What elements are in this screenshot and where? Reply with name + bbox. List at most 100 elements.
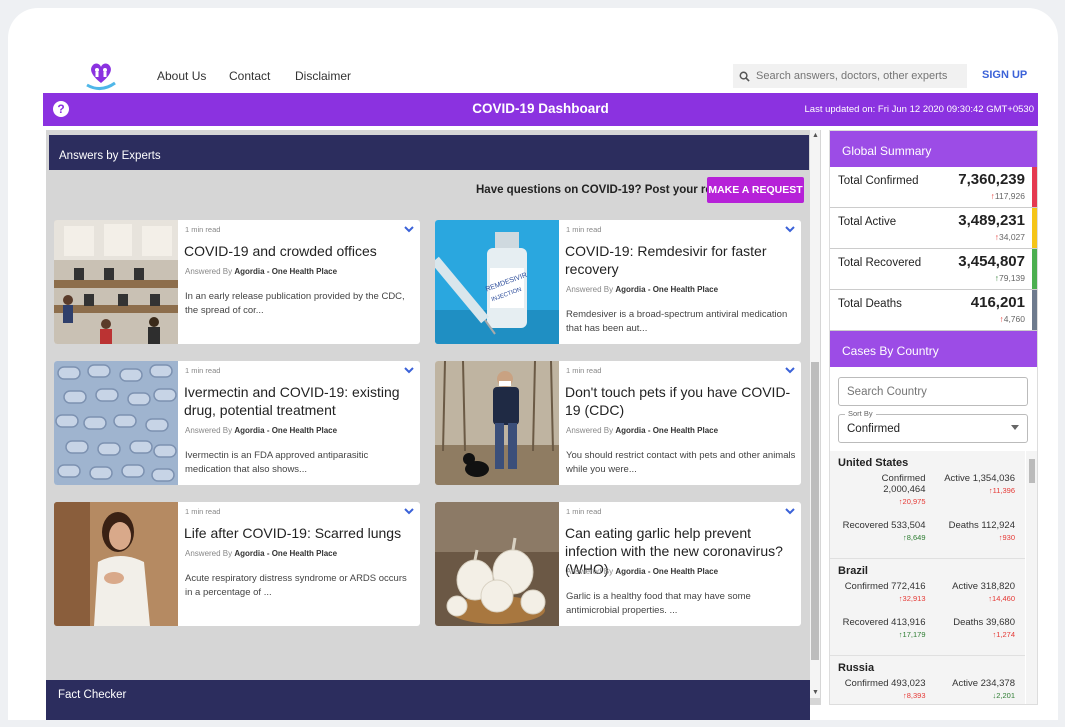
summary-label: Total Recovered <box>838 257 922 269</box>
country-name: Brazil <box>838 565 868 577</box>
status-bar <box>1032 249 1037 289</box>
country-confirmed: Confirmed 493,023 ↑8,393 <box>844 678 926 700</box>
dashboard-header: ? COVID-19 Dashboard Last updated on: Fr… <box>43 93 1038 126</box>
country-item-brazil[interactable]: Brazil Confirmed 772,416 ↑32,913 Active 3… <box>830 559 1025 656</box>
card-title[interactable]: COVID-19: Remdesivir for faster recovery <box>565 242 797 278</box>
read-time: 1 min read <box>566 366 602 375</box>
card-author: Answered By Agordia - One Health Place <box>566 567 719 576</box>
card-title[interactable]: Don't touch pets if you have COVID-19 (C… <box>565 383 797 419</box>
summary-value: 7,360,239 <box>958 171 1025 188</box>
country-name: United States <box>838 457 909 469</box>
summary-delta: ↑117,926 <box>990 191 1025 201</box>
nav-about-us[interactable]: About Us <box>157 69 206 83</box>
country-active: Active 234,378 ↓2,201 <box>952 678 1015 700</box>
make-request-button[interactable]: MAKE A REQUEST <box>707 177 804 203</box>
card-title[interactable]: Ivermectin and COVID-19: existing drug, … <box>184 383 416 419</box>
read-time: 1 min read <box>185 507 221 516</box>
country-recovered: Recovered 413,916 ↑17,179 <box>842 617 926 639</box>
card-author: Answered By Agordia - One Health Place <box>185 267 338 276</box>
card-excerpt: Acute respiratory distress syndrome or A… <box>185 573 407 598</box>
country-deaths: Deaths 39,680 ↑1,274 <box>953 617 1015 639</box>
card-excerpt: You should restrict contact with pets an… <box>566 450 796 475</box>
summary-value: 3,454,807 <box>958 253 1025 270</box>
garlic-image <box>435 502 559 626</box>
scroll-thumb[interactable] <box>811 362 819 660</box>
pill-blister-image <box>54 361 178 485</box>
signup-button[interactable]: SIGN UP <box>982 69 1027 81</box>
scroll-thumb[interactable] <box>1029 459 1035 483</box>
country-recovered: Recovered 533,504 ↑8,649 <box>842 520 926 542</box>
summary-delta: ↑34,027 <box>994 232 1025 242</box>
summary-label: Total Deaths <box>838 298 902 310</box>
country-search-input[interactable] <box>838 377 1028 406</box>
card-title[interactable]: COVID-19 and crowded offices <box>184 242 416 260</box>
answers-scrollbar[interactable]: ▲ ▼ <box>810 130 820 698</box>
summary-recovered: Total Recovered 3,454,807 ↑79,139 <box>830 249 1037 290</box>
read-time: 1 min read <box>566 225 602 234</box>
card-excerpt: Garlic is a healthy food that may have s… <box>566 591 751 616</box>
summary-deaths: Total Deaths 416,201 ↑4,760 <box>830 290 1037 331</box>
country-list-scrollbar[interactable] <box>1026 451 1037 704</box>
read-time: 1 min read <box>185 225 221 234</box>
summary-active: Total Active 3,489,231 ↑34,027 <box>830 208 1037 249</box>
chevron-down-icon[interactable] <box>403 505 415 517</box>
summary-value: 416,201 <box>970 294 1025 311</box>
cases-by-country-heading: Cases By Country <box>830 331 1037 367</box>
summary-panel: Global Summary Total Confirmed 7,360,239… <box>829 130 1038 705</box>
search-icon <box>739 71 750 82</box>
search-input[interactable] <box>756 70 956 82</box>
country-item-united-states[interactable]: United States Confirmed 2,000,464 ↑20,975… <box>830 451 1025 559</box>
sort-by-select[interactable]: Sort By Confirmed <box>838 409 1028 443</box>
status-bar <box>1032 290 1037 330</box>
card-excerpt: Remdesiver is a broad-spectrum antiviral… <box>566 309 788 334</box>
summary-delta: ↑4,760 <box>999 314 1025 324</box>
answer-card[interactable]: 1 min read COVID-19 and crowded offices … <box>54 220 420 344</box>
vaccine-vial-image: REMDESIVIR INJECTION <box>435 220 559 344</box>
answers-panel: Answers by Experts Have questions on COV… <box>46 130 821 705</box>
card-excerpt: In an early release publication provided… <box>185 291 405 316</box>
chevron-down-icon[interactable] <box>403 223 415 235</box>
card-author: Answered By Agordia - One Health Place <box>185 549 338 558</box>
chevron-down-icon[interactable] <box>784 364 796 376</box>
read-time: 1 min read <box>566 507 602 516</box>
man-with-dog-image <box>435 361 559 485</box>
country-active: Active 318,820 ↑14,460 <box>952 581 1015 603</box>
search-bar[interactable] <box>733 64 967 88</box>
chevron-down-icon[interactable] <box>784 223 796 235</box>
answer-card[interactable]: 1 min read Don't touch pets if you have … <box>435 361 801 485</box>
nav-disclaimer[interactable]: Disclaimer <box>295 69 351 83</box>
fact-checker-heading[interactable]: Fact Checker <box>46 680 810 720</box>
scroll-up-icon[interactable]: ▲ <box>812 132 819 139</box>
sort-by-value: Confirmed <box>847 423 901 435</box>
country-name: Russia <box>838 662 875 674</box>
country-item-russia[interactable]: Russia Confirmed 493,023 ↑8,393 Active 23… <box>830 656 1025 704</box>
status-bar <box>1032 208 1037 248</box>
last-updated: Last updated on: Fri Jun 12 2020 09:30:4… <box>804 104 1034 115</box>
global-summary-heading: Global Summary <box>830 131 1037 167</box>
logo-icon[interactable] <box>83 59 119 93</box>
scroll-down-icon[interactable]: ▼ <box>812 689 819 696</box>
summary-label: Total Confirmed <box>838 175 919 187</box>
chevron-down-icon[interactable] <box>784 505 796 517</box>
answers-heading: Answers by Experts <box>49 135 809 170</box>
request-prompt: Have questions on COVID-19? Post your re… <box>476 184 746 196</box>
sort-by-label: Sort By <box>845 409 876 418</box>
country-list: United States Confirmed 2,000,464 ↑20,975… <box>830 451 1025 704</box>
answer-card[interactable]: 1 min read Life after COVID-19: Scarred … <box>54 502 420 626</box>
summary-value: 3,489,231 <box>958 212 1025 229</box>
dropdown-caret-icon <box>1011 425 1019 430</box>
status-bar <box>1032 167 1037 207</box>
card-author: Answered By Agordia - One Health Place <box>185 426 338 435</box>
summary-label: Total Active <box>838 216 897 228</box>
woman-chest-pain-image <box>54 502 178 626</box>
office-image <box>54 220 178 344</box>
nav-contact[interactable]: Contact <box>229 69 270 83</box>
country-confirmed: Confirmed 772,416 ↑32,913 <box>844 581 926 603</box>
card-title[interactable]: Life after COVID-19: Scarred lungs <box>184 524 416 542</box>
answer-card[interactable]: 1 min read Can eating garlic help preven… <box>435 502 801 626</box>
chevron-down-icon[interactable] <box>403 364 415 376</box>
card-author: Answered By Agordia - One Health Place <box>566 426 719 435</box>
country-deaths: Deaths 112,924 ↑930 <box>948 520 1015 542</box>
answer-card[interactable]: 1 min read Ivermectin and COVID-19: exis… <box>54 361 420 485</box>
answer-card[interactable]: REMDESIVIR INJECTION 1 min read COVID-19… <box>435 220 801 344</box>
